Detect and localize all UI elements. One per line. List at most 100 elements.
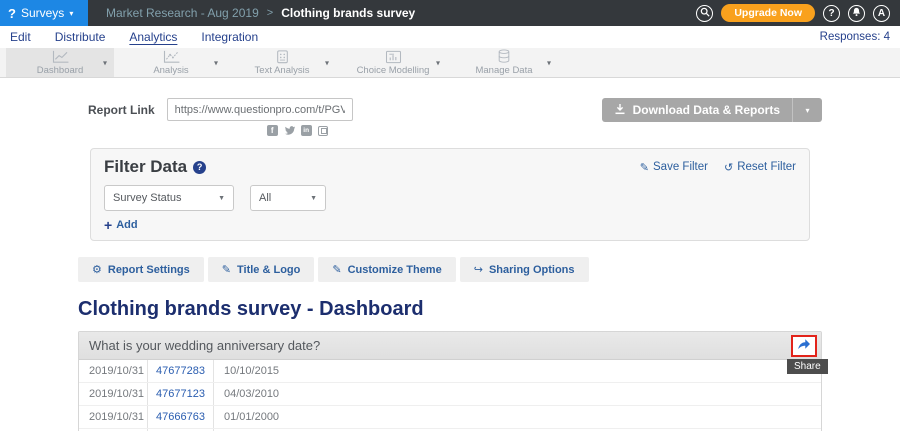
filter-data-panel: Filter Data ? ✎ Save Filter ↺ Reset Filt… [90, 148, 810, 241]
tab-report-settings[interactable]: ⚙ Report Settings [78, 257, 204, 282]
chevron-down-icon: ▾ [69, 9, 73, 18]
analytics-toolbar: Dashboard ▾ Analysis ▾ Text Analysis ▾ C… [0, 48, 900, 78]
tab-label: Customize Theme [348, 264, 442, 276]
reset-filter-link[interactable]: ↺ Reset Filter [724, 161, 796, 174]
tab-sharing-options[interactable]: ↪ Sharing Options [460, 257, 589, 282]
select-caret-icon: ▼ [218, 195, 225, 202]
response-date-cell: 2019/10/31 [79, 406, 148, 428]
twitter-share-button[interactable] [284, 125, 295, 136]
tab-customize-theme[interactable]: ✎ Customize Theme [318, 257, 455, 282]
share-control: Share [791, 335, 817, 357]
report-settings-tabs: ⚙ Report Settings ✎ Title & Logo ✎ Custo… [78, 257, 822, 282]
breadcrumb-current: Clothing brands survey [281, 6, 415, 20]
filter-help-icon[interactable]: ? [193, 161, 206, 174]
nav-integration[interactable]: Integration [201, 30, 258, 44]
embed-share-button[interactable] [318, 125, 329, 136]
save-filter-link[interactable]: ✎ Save Filter [640, 161, 708, 174]
download-data-reports-button[interactable]: Download Data & Reports [602, 98, 792, 122]
table-row: 2019/10/31 47677283 10/10/2015 [79, 360, 821, 383]
share-question-button[interactable] [791, 335, 817, 357]
analysis-chart-icon [162, 50, 181, 64]
search-button[interactable] [696, 5, 713, 22]
edit-square-icon: ✎ [222, 263, 231, 276]
toolbar-item-label: Manage Data [475, 65, 532, 76]
top-bar: ? Surveys ▾ Market Research - Aug 2019 >… [0, 0, 900, 26]
answer-cell: 01/01/2000 [214, 411, 279, 423]
search-icon [700, 7, 710, 20]
upgrade-now-button[interactable]: Upgrade Now [721, 4, 815, 22]
toolbar-choice-modelling[interactable]: Choice Modelling ▾ [339, 48, 447, 77]
questionpro-logo-icon: ? [8, 6, 16, 21]
filter-actions: ✎ Save Filter ↺ Reset Filter [640, 161, 796, 174]
facebook-icon: f [267, 125, 278, 136]
response-id-link[interactable]: 47677123 [148, 383, 214, 405]
question-header: What is your wedding anniversary date? S… [79, 332, 821, 360]
facebook-share-button[interactable]: f [267, 125, 278, 136]
toolbar-item-label: Choice Modelling [357, 65, 430, 76]
tab-label: Report Settings [108, 264, 190, 276]
table-row: 2019/10/31 47677123 04/03/2010 [79, 383, 821, 406]
analysis-dropdown-caret[interactable]: ▾ [214, 58, 218, 67]
report-link-column: f in [167, 98, 353, 136]
add-filter-label: Add [116, 219, 137, 231]
notifications-button[interactable] [848, 5, 865, 22]
reset-arrow-icon: ↺ [724, 161, 733, 174]
tab-label: Sharing Options [489, 264, 575, 276]
response-id-link[interactable]: 47666763 [148, 406, 214, 428]
bell-icon [852, 7, 861, 20]
status-value-select[interactable]: All ▼ [250, 185, 326, 211]
share-arrow-icon: ↪ [474, 263, 483, 276]
response-date-cell: 2019/10/31 [79, 360, 148, 382]
social-share-row: f in [167, 125, 353, 136]
text-analysis-icon [275, 50, 290, 64]
answer-cell: 04/03/2010 [214, 388, 279, 400]
nav-analytics[interactable]: Analytics [129, 30, 177, 44]
download-button-label: Download Data & Reports [633, 103, 780, 117]
report-link-input[interactable] [167, 98, 353, 121]
gear-icon: ⚙ [92, 263, 102, 276]
toolbar-manage-data[interactable]: Manage Data ▾ [450, 48, 558, 77]
dashboard-dropdown-caret[interactable]: ▾ [103, 58, 107, 67]
download-options-caret[interactable]: ▾ [792, 98, 822, 122]
survey-status-select[interactable]: Survey Status ▼ [104, 185, 234, 211]
toolbar-item-label: Analysis [153, 65, 188, 76]
main-nav: Edit Distribute Analytics Integration Re… [0, 26, 900, 48]
responses-table: 2019/10/31 47677283 10/10/2015 2019/10/3… [79, 360, 821, 431]
linkedin-share-button[interactable]: in [301, 125, 312, 136]
table-row: 2019/10/31 47666763 01/01/2000 [79, 406, 821, 429]
toolbar-text-analysis[interactable]: Text Analysis ▾ [228, 48, 336, 77]
filter-panel-header: Filter Data ? ✎ Save Filter ↺ Reset Filt… [104, 157, 796, 177]
share-icon [797, 338, 811, 353]
breadcrumb: Market Research - Aug 2019 > Clothing br… [106, 0, 415, 26]
status-value: All [259, 192, 296, 204]
twitter-icon [284, 122, 295, 140]
toolbar-dashboard[interactable]: Dashboard ▾ [6, 48, 114, 77]
response-id-link[interactable]: 47677283 [148, 360, 214, 382]
breadcrumb-separator: > [267, 7, 273, 19]
toolbar-analysis[interactable]: Analysis ▾ [117, 48, 225, 77]
topbar-actions: Upgrade Now ? A [696, 0, 900, 26]
question-panel: What is your wedding anniversary date? S… [78, 331, 822, 431]
response-date-cell: 2019/10/31 [79, 383, 148, 405]
toolbar-item-label: Text Analysis [255, 65, 310, 76]
help-button[interactable]: ? [823, 5, 840, 22]
nav-distribute[interactable]: Distribute [55, 30, 106, 44]
report-link-row: Report Link f in [78, 98, 822, 136]
survey-status-value: Survey Status [113, 192, 204, 204]
manage-data-dropdown-caret[interactable]: ▾ [547, 58, 551, 67]
tab-label: Title & Logo [237, 264, 300, 276]
breadcrumb-parent-link[interactable]: Market Research - Aug 2019 [106, 6, 259, 20]
account-avatar[interactable]: A [873, 5, 890, 22]
nav-edit[interactable]: Edit [10, 30, 31, 44]
add-filter-link[interactable]: + Add [104, 219, 138, 231]
tab-title-logo[interactable]: ✎ Title & Logo [208, 257, 315, 282]
filter-selects-row: Survey Status ▼ All ▼ [104, 185, 796, 211]
page-title: Clothing brands survey - Dashboard [78, 298, 822, 321]
choice-modelling-dropdown-caret[interactable]: ▾ [436, 58, 440, 67]
answer-cell: 10/10/2015 [214, 365, 279, 377]
select-caret-icon: ▼ [310, 195, 317, 202]
surveys-product-menu[interactable]: ? Surveys ▾ [0, 0, 88, 26]
text-analysis-dropdown-caret[interactable]: ▾ [325, 58, 329, 67]
filter-data-title: Filter Data [104, 157, 187, 177]
report-link-label: Report Link [78, 98, 167, 117]
